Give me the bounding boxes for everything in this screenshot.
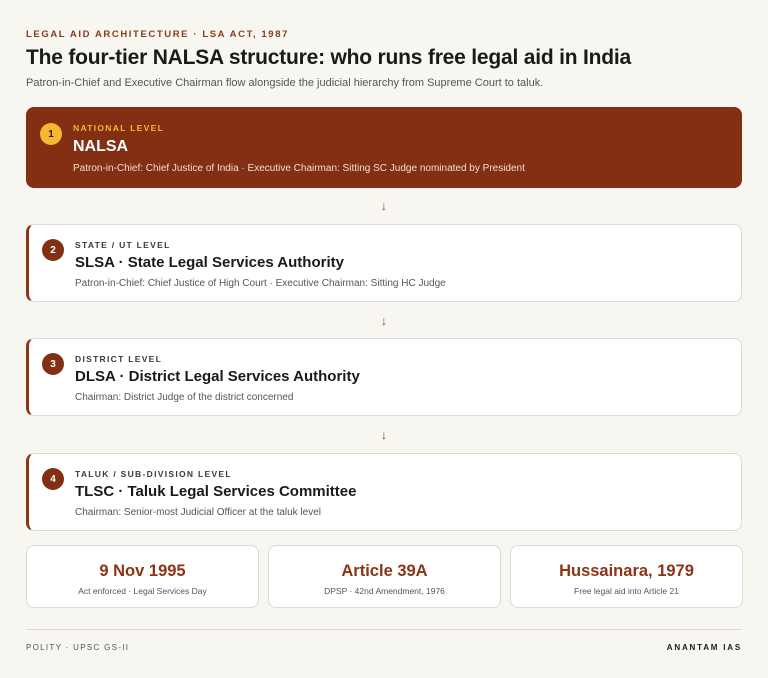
tier-level-label: TALUK / SUB-DIVISION LEVEL: [75, 469, 232, 479]
tier-description: Chairman: District Judge of the district…: [75, 392, 294, 403]
tier-number-badge: 4: [42, 468, 64, 490]
fact-value: Hussainara, 1979: [559, 562, 694, 580]
down-arrow-icon: ↓: [381, 314, 387, 328]
fact-label: DPSP · 42nd Amendment, 1976: [324, 586, 445, 596]
fact-value: 9 Nov 1995: [99, 562, 186, 580]
fact-card: Hussainara, 1979 Free legal aid into Art…: [510, 545, 743, 608]
footer-subject: POLITY · UPSC GS-II: [26, 643, 130, 652]
tier-number-badge: 3: [42, 353, 64, 375]
down-arrow-icon: ↓: [381, 199, 387, 213]
tier-description: Chairman: Senior-most Judicial Officer a…: [75, 507, 322, 518]
footer-brand: ANANTAM IAS: [666, 643, 742, 652]
tier-card-state: 2 STATE / UT LEVEL SLSA · State Legal Se…: [26, 224, 742, 302]
fact-card: Article 39A DPSP · 42nd Amendment, 1976: [268, 545, 501, 608]
down-arrow-icon: ↓: [381, 428, 387, 442]
tier-description: Patron-in-Chief: Chief Justice of High C…: [75, 278, 446, 289]
tier-number-badge: 1: [40, 123, 62, 145]
tier-description: Patron-in-Chief: Chief Justice of India …: [73, 163, 525, 174]
tier-level-label: STATE / UT LEVEL: [75, 240, 171, 250]
tier-card-national: 1 NATIONAL LEVEL NALSA Patron-in-Chief: …: [26, 107, 742, 188]
tier-name: SLSA · State Legal Services Authority: [75, 254, 344, 271]
tier-level-label: NATIONAL LEVEL: [73, 123, 165, 133]
fact-label: Act enforced · Legal Services Day: [78, 586, 207, 596]
fact-label: Free legal aid into Article 21: [574, 586, 679, 596]
fact-value: Article 39A: [341, 562, 428, 580]
tier-number-badge: 2: [42, 239, 64, 261]
page-title: The four-tier NALSA structure: who runs …: [26, 46, 632, 69]
fact-card: 9 Nov 1995 Act enforced · Legal Services…: [26, 545, 259, 608]
page-subtitle: Patron-in-Chief and Executive Chairman f…: [26, 77, 544, 89]
tier-card-district: 3 DISTRICT LEVEL DLSA · District Legal S…: [26, 338, 742, 416]
kicker: LEGAL AID ARCHITECTURE · LSA ACT, 1987: [26, 29, 289, 40]
footer-divider: [26, 629, 742, 630]
tier-name: DLSA · District Legal Services Authority: [75, 368, 360, 385]
tier-name: TLSC · Taluk Legal Services Committee: [75, 483, 357, 500]
tier-card-taluk: 4 TALUK / SUB-DIVISION LEVEL TLSC · Talu…: [26, 453, 742, 531]
tier-name: NALSA: [73, 138, 129, 155]
tier-level-label: DISTRICT LEVEL: [75, 354, 163, 364]
